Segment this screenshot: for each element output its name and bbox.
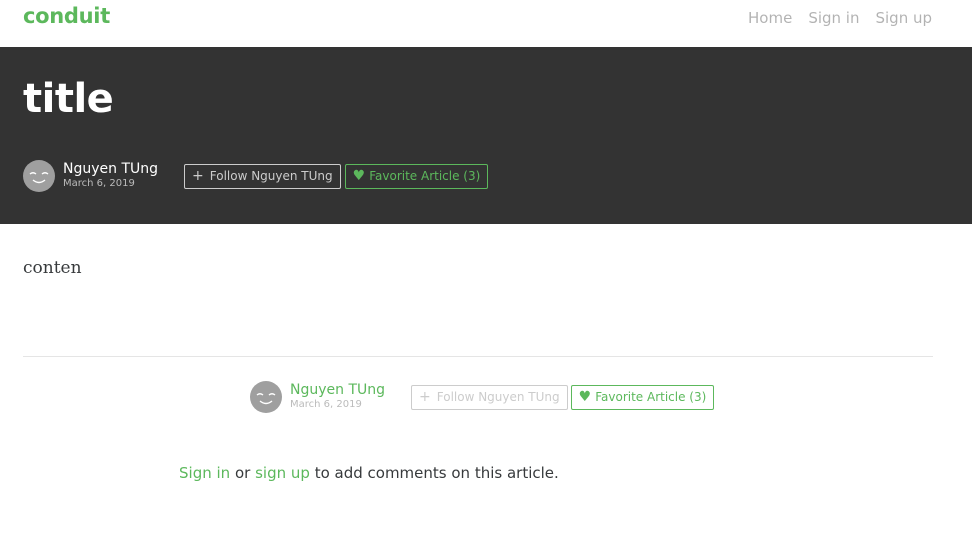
heart-icon: ♥ (352, 168, 366, 184)
article-actions-bottom: + Follow Nguyen TUng ♥ Favorite Article … (411, 384, 715, 410)
follow-button-label: Follow Nguyen TUng (209, 169, 333, 183)
favorite-article-button[interactable]: ♥ Favorite Article (3) (344, 163, 489, 189)
favorite-button-label: Favorite Article (3) (369, 169, 481, 183)
favorite-article-button-bottom[interactable]: ♥ Favorite Article (3) (570, 384, 715, 410)
article-date-bottom: March 6, 2019 (290, 399, 362, 410)
author-avatar[interactable] (23, 160, 55, 192)
author-name-link-bottom[interactable]: Nguyen TUng (290, 382, 385, 398)
navbar: conduit Home Sign in Sign up (0, 0, 972, 47)
article-banner: title Nguyen TUng March 6, 2019 + Follow… (0, 47, 972, 224)
article-actions: + Follow Nguyen TUng ♥ Favorite Article … (184, 163, 489, 189)
article-meta-bottom: Nguyen TUng March 6, 2019 + Follow Nguye… (250, 381, 715, 413)
nav-sign-in-link[interactable]: Sign in (808, 9, 859, 27)
or-text: or (234, 464, 251, 482)
follow-button-label-bottom: Follow Nguyen TUng (436, 390, 560, 404)
author-info: Nguyen TUng March 6, 2019 (63, 161, 158, 191)
follow-author-button[interactable]: + Follow Nguyen TUng (184, 163, 341, 189)
divider (23, 356, 933, 357)
brand-logo[interactable]: conduit (23, 4, 110, 28)
smiley-avatar-icon (29, 172, 49, 184)
sign-in-link[interactable]: Sign in (179, 464, 230, 482)
comment-signin-note: Sign in or sign up to add comments on th… (179, 464, 559, 482)
smiley-avatar-icon (256, 393, 276, 405)
favorite-button-label-bottom: Favorite Article (3) (595, 390, 707, 404)
nav-sign-up-link[interactable]: Sign up (875, 9, 932, 27)
nav-links: Home Sign in Sign up (748, 9, 932, 27)
heart-icon: ♥ (578, 389, 592, 405)
nav-home-link[interactable]: Home (748, 9, 792, 27)
article-date: March 6, 2019 (63, 178, 135, 189)
author-name-link[interactable]: Nguyen TUng (63, 161, 158, 177)
author-info-bottom: Nguyen TUng March 6, 2019 (290, 382, 385, 412)
article-meta-top: Nguyen TUng March 6, 2019 + Follow Nguye… (23, 160, 489, 192)
article-title: title (23, 76, 114, 122)
plus-icon: + (419, 389, 431, 405)
author-avatar-bottom[interactable] (250, 381, 282, 413)
comment-note-suffix: to add comments on this article. (314, 464, 559, 482)
sign-up-link[interactable]: sign up (255, 464, 310, 482)
plus-icon: + (192, 168, 204, 184)
article-body: conten (23, 258, 82, 278)
follow-author-button-bottom[interactable]: + Follow Nguyen TUng (411, 384, 568, 410)
